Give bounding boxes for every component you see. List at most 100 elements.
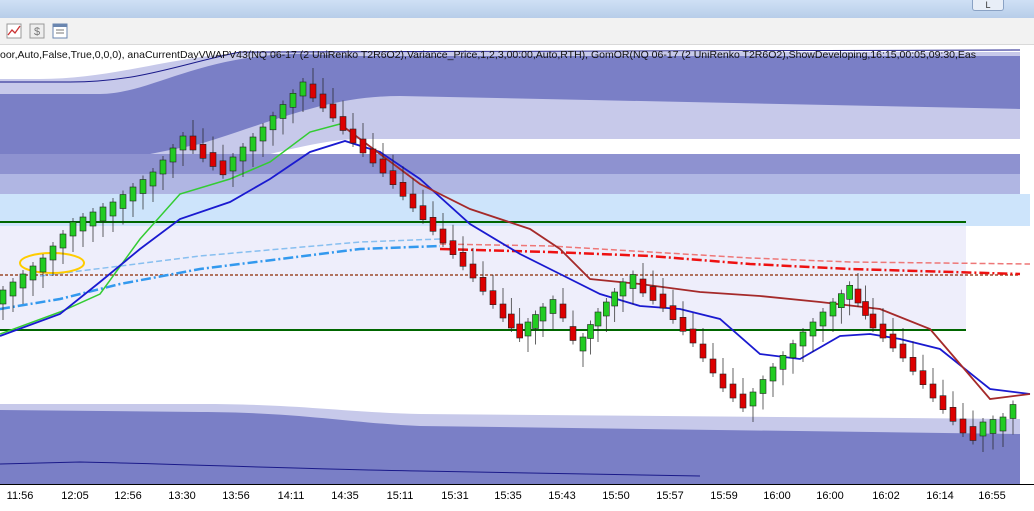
- down-candle: [569, 326, 577, 341]
- down-candle: [379, 158, 387, 174]
- down-candle: [339, 116, 347, 131]
- x-axis-tick-label: 16:00: [816, 490, 844, 502]
- up-candle: [979, 421, 987, 437]
- down-candle: [469, 263, 477, 279]
- down-candle: [459, 252, 467, 267]
- up-candle: [629, 274, 637, 289]
- down-candle: [659, 293, 667, 309]
- up-candle: [39, 257, 47, 273]
- x-axis-tick-label: 13:30: [168, 490, 196, 502]
- down-candle: [499, 303, 507, 319]
- x-axis-tick-label: 15:31: [441, 490, 469, 502]
- up-candle: [149, 171, 157, 187]
- up-candle: [259, 126, 267, 142]
- dollar-icon[interactable]: $: [29, 23, 45, 39]
- down-candle: [854, 288, 862, 304]
- down-candle: [369, 148, 377, 164]
- properties-icon[interactable]: [52, 23, 68, 39]
- down-candle: [309, 83, 317, 99]
- x-axis-tick-label: 15:43: [548, 490, 576, 502]
- x-axis-tick-label: 15:57: [656, 490, 684, 502]
- down-candle: [329, 103, 337, 119]
- down-candle: [507, 313, 515, 329]
- up-candle: [837, 293, 845, 308]
- chart-icon[interactable]: [6, 23, 22, 39]
- down-candle: [389, 170, 397, 185]
- up-candle: [289, 92, 297, 108]
- down-candle: [969, 426, 977, 441]
- up-candle: [989, 419, 997, 434]
- down-candle: [429, 217, 437, 232]
- up-candle: [89, 211, 97, 227]
- x-axis-tick-label: 16:55: [978, 490, 1006, 502]
- down-candle: [909, 356, 917, 372]
- up-candle: [119, 194, 127, 209]
- up-candle: [179, 135, 187, 151]
- chart-canvas: [0, 49, 1031, 484]
- down-candle: [209, 152, 217, 167]
- down-candle: [189, 135, 197, 151]
- up-candle: [99, 206, 107, 222]
- up-candle: [579, 336, 587, 352]
- down-candle: [399, 182, 407, 197]
- up-candle: [809, 321, 817, 337]
- indicator-parameters-text: oor,Auto,False,True,0,0,0), anaCurrentDa…: [0, 49, 977, 61]
- x-axis-tick-label: 13:56: [222, 490, 250, 502]
- up-candle: [532, 314, 539, 329]
- down-candle: [919, 370, 927, 386]
- up-candle: [619, 281, 627, 297]
- down-candle: [699, 343, 707, 359]
- up-candle: [1009, 404, 1017, 419]
- x-axis-tick-label: 15:50: [602, 490, 630, 502]
- up-candle: [769, 366, 777, 382]
- up-candle: [829, 301, 837, 317]
- down-candle: [899, 343, 907, 359]
- time-axis: 11:56 12:05 12:56 13:30 13:56 14:11 14:35 15:11…: [0, 485, 1034, 511]
- down-candle: [219, 160, 227, 176]
- up-candle: [0, 289, 7, 305]
- up-candle: [587, 324, 594, 339]
- down-candle: [359, 138, 367, 154]
- down-candle: [649, 286, 657, 301]
- up-candle: [139, 179, 147, 194]
- x-axis-tick-label: 15:11: [386, 490, 414, 502]
- up-candle: [759, 379, 767, 394]
- up-candle: [19, 273, 27, 289]
- down-candle: [489, 290, 497, 305]
- up-candle: [29, 265, 37, 281]
- x-axis-tick-label: 11:56: [6, 490, 34, 502]
- up-candle: [539, 306, 547, 322]
- svg-text:$: $: [34, 26, 40, 38]
- up-candle: [109, 201, 117, 217]
- x-axis-tick-label: 16:02: [872, 490, 900, 502]
- up-candle: [611, 291, 619, 307]
- down-candle: [679, 316, 687, 332]
- up-candle: [524, 321, 532, 337]
- up-candle: [9, 281, 17, 297]
- down-candle: [862, 301, 869, 316]
- down-candle: [739, 393, 747, 409]
- down-candle: [439, 228, 447, 244]
- down-candle: [419, 205, 427, 220]
- down-candle: [959, 418, 967, 434]
- up-candle: [269, 115, 277, 131]
- window-restore-button[interactable]: L: [972, 0, 1004, 11]
- x-axis-tick-label: 12:05: [61, 490, 89, 502]
- up-candle: [49, 245, 57, 261]
- up-candle: [779, 354, 787, 370]
- up-candle: [249, 136, 257, 152]
- up-candle: [79, 216, 87, 232]
- down-candle: [949, 406, 957, 422]
- up-candle: [59, 233, 67, 249]
- down-candle: [639, 278, 647, 294]
- down-candle: [559, 303, 567, 319]
- down-candle: [689, 328, 697, 344]
- down-candle: [929, 383, 937, 399]
- up-candle: [229, 156, 237, 172]
- down-candle: [479, 277, 487, 292]
- x-axis-tick-label: 15:59: [710, 490, 738, 502]
- down-candle: [879, 323, 887, 339]
- down-candle: [729, 383, 737, 399]
- price-chart[interactable]: [0, 44, 1034, 484]
- x-axis-tick-label: 14:35: [331, 490, 359, 502]
